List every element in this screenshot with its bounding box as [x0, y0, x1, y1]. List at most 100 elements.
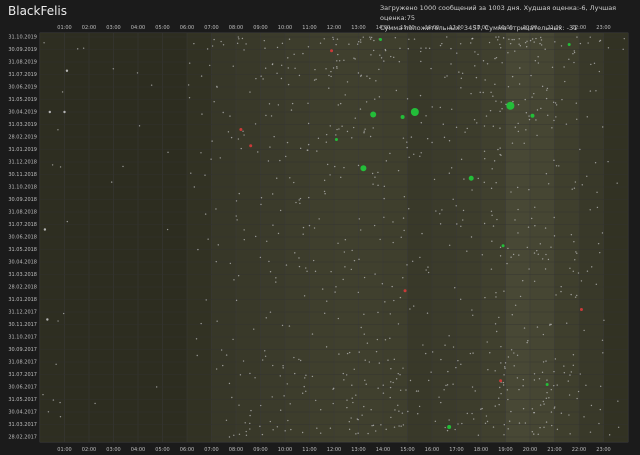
message-point — [572, 354, 575, 356]
message-point — [392, 221, 394, 223]
message-point — [544, 268, 547, 270]
message-point — [441, 209, 443, 211]
message-point — [466, 412, 469, 415]
message-point — [377, 171, 379, 174]
y-tick-label: 31.10.2017 — [8, 335, 37, 341]
message-point — [406, 146, 408, 149]
message-point — [276, 46, 279, 49]
message-point — [528, 268, 530, 270]
message-point — [205, 299, 207, 301]
message-point — [384, 301, 386, 303]
message-point — [539, 426, 541, 429]
message-point — [477, 53, 479, 56]
message-point — [311, 375, 314, 378]
message-point — [188, 62, 191, 64]
x-tick-label-top: 11:00 — [302, 25, 316, 31]
message-point — [284, 430, 286, 432]
message-point — [302, 52, 304, 55]
message-point — [598, 40, 601, 42]
message-point — [472, 314, 474, 317]
message-point — [389, 396, 391, 399]
negative-message-point — [579, 308, 583, 311]
message-point — [545, 360, 547, 362]
message-point — [560, 412, 563, 414]
message-point — [469, 352, 472, 355]
message-point — [523, 142, 525, 145]
message-point — [553, 370, 555, 373]
message-point — [504, 367, 506, 370]
message-point — [363, 405, 365, 408]
hour-band — [40, 33, 65, 442]
message-point — [527, 340, 529, 342]
message-point — [427, 266, 429, 268]
message-point — [249, 372, 251, 375]
message-point — [235, 215, 237, 217]
message-point — [290, 109, 293, 111]
message-point — [408, 208, 410, 210]
message-point — [255, 77, 257, 80]
message-point — [307, 122, 310, 125]
x-tick-label-bottom: 21:00 — [547, 447, 561, 453]
message-point — [452, 198, 454, 200]
message-point — [200, 75, 203, 77]
message-point — [587, 42, 589, 44]
y-tick-label: 31.01.2018 — [8, 297, 37, 303]
message-point — [517, 103, 520, 106]
message-point — [390, 381, 392, 383]
message-point — [551, 424, 553, 427]
y-tick-label: 30.11.2017 — [8, 322, 37, 328]
message-point — [450, 167, 453, 169]
message-point — [444, 344, 446, 346]
message-point — [51, 164, 54, 166]
message-point — [285, 155, 287, 158]
message-point — [353, 126, 355, 129]
message-point — [574, 181, 577, 183]
message-point — [283, 395, 285, 397]
message-point — [545, 421, 548, 423]
message-point — [370, 54, 372, 56]
y-tick-label: 31.12.2017 — [8, 310, 37, 316]
message-point — [359, 108, 362, 110]
message-point — [382, 384, 384, 386]
message-point — [372, 424, 375, 427]
message-point — [373, 224, 376, 227]
message-point — [344, 266, 346, 268]
message-point — [510, 410, 512, 413]
message-point — [456, 52, 458, 54]
message-point — [238, 433, 241, 436]
message-point — [448, 419, 450, 421]
message-point — [535, 37, 537, 40]
message-point — [573, 241, 575, 243]
message-point — [402, 217, 405, 219]
message-point — [567, 380, 569, 382]
message-point — [579, 373, 581, 375]
message-point — [568, 58, 570, 60]
message-point — [370, 409, 372, 411]
message-point — [446, 384, 449, 386]
message-point — [395, 89, 398, 92]
message-point — [533, 252, 536, 254]
message-point — [474, 65, 476, 67]
message-point — [316, 427, 318, 429]
message-point — [451, 108, 453, 110]
message-point — [424, 352, 427, 355]
message-point — [434, 420, 437, 423]
message-point — [574, 296, 577, 298]
message-point — [522, 279, 524, 282]
message-point — [571, 188, 573, 190]
message-point — [608, 434, 611, 436]
message-point — [485, 415, 488, 417]
message-point — [482, 60, 485, 62]
message-point — [305, 267, 307, 269]
message-point — [200, 322, 202, 325]
message-point — [501, 108, 503, 110]
message-point — [426, 138, 429, 140]
message-point — [364, 359, 366, 361]
message-point — [337, 104, 339, 106]
message-point — [498, 397, 500, 399]
message-point — [547, 183, 550, 185]
message-point — [241, 37, 244, 40]
message-point — [600, 385, 602, 388]
message-point — [155, 386, 158, 388]
message-point — [616, 182, 618, 184]
